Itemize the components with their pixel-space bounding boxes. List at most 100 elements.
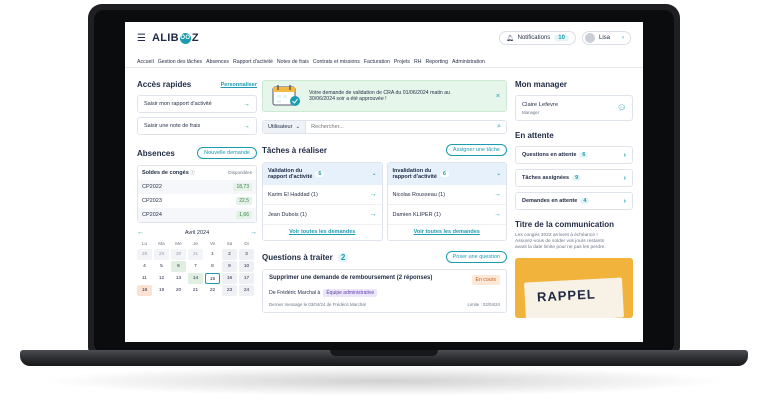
quick-item-expense-note[interactable]: Saisir une note de frais → <box>137 117 257 135</box>
manager-card[interactable]: Claire Lefevre Manager 💬︎ <box>515 95 633 121</box>
nav-accueil[interactable]: Accueil <box>137 59 154 65</box>
calendar-weekday: Di <box>244 241 249 246</box>
customize-link[interactable]: Personnaliser <box>221 82 257 88</box>
calendar-weekday: Ve <box>209 241 216 246</box>
user-menu[interactable]: Lisa › <box>581 31 631 45</box>
pending-questions[interactable]: Questions en attente 6 › <box>515 146 633 164</box>
calendar-day[interactable]: 19 <box>154 285 169 296</box>
list-item[interactable]: Karim El Haddad (1) → <box>263 185 382 205</box>
info-icon[interactable]: ⓘ <box>190 170 195 175</box>
logo-mark: OO <box>179 32 191 44</box>
search-icon[interactable]: ⌕ <box>492 123 506 131</box>
assign-task-button[interactable]: Assigner une tâche <box>445 144 507 156</box>
table-row: CP2023 22,5 <box>138 194 256 208</box>
list-item[interactable]: Jean Dubois (1) → <box>263 205 382 225</box>
notifications-button[interactable]: 🔔︎ Notifications 10 <box>498 31 576 45</box>
app-logo[interactable]: ALIB OO Z <box>152 32 199 44</box>
calendar-weekday: Lu <box>141 241 148 246</box>
calendar-day[interactable]: 1 <box>205 249 220 260</box>
calendar-day[interactable]: 28 <box>137 249 152 260</box>
question-from: De Frédéric Marchal à Équipe administrat… <box>269 289 500 297</box>
calendar-day[interactable]: 5 <box>154 261 169 272</box>
chevron-down-icon: ⌄ <box>371 170 377 177</box>
nav-absences[interactable]: Absences <box>206 59 229 65</box>
search-input[interactable] <box>306 124 493 130</box>
calendar-day[interactable]: 24 <box>239 285 254 296</box>
user-name: Lisa <box>598 35 610 41</box>
see-all-requests-link[interactable]: Voir toutes les demandes <box>289 229 355 235</box>
nav-rapport-activite[interactable]: Rapport d'activité <box>233 59 273 65</box>
calendar-day[interactable]: 23 <box>222 285 237 296</box>
quick-access-title: Accès rapides <box>137 80 192 89</box>
left-column: Accès rapides Personnaliser Saisir mon r… <box>137 80 257 296</box>
calendar-weekday: Me <box>175 241 182 246</box>
leave-balance-table: Soldes de congés ⓘ Disponibles CP2022 18… <box>137 165 257 223</box>
calendar-day[interactable]: 29 <box>154 249 169 260</box>
bell-icon: 🔔︎ <box>505 35 514 42</box>
nav-contrats-missions[interactable]: Contrats et missions <box>313 59 360 65</box>
nav-administration[interactable]: Administration <box>452 59 485 65</box>
arrow-right-icon: → <box>494 191 501 198</box>
nav-notes-frais[interactable]: Notes de frais <box>277 59 309 65</box>
calendar-day[interactable]: 12 <box>154 273 169 284</box>
calendar-day[interactable]: 10 <box>239 261 254 272</box>
calendar-month: Avril 2024 <box>184 229 210 236</box>
nav-facturation[interactable]: Facturation <box>364 59 390 65</box>
communication-title: Titre de la communication <box>515 220 614 229</box>
pending-assigned-tasks[interactable]: Tâches assignées 9 › <box>515 169 633 187</box>
next-month-arrow-icon[interactable]: → <box>250 229 257 236</box>
calendar-day[interactable]: 13 <box>171 273 186 284</box>
task-column-header[interactable]: Validation du rapport d'activité 6 ⌄ <box>263 163 382 185</box>
calendar-day[interactable]: 22 <box>205 285 220 296</box>
calendar-day[interactable]: 4 <box>137 261 152 272</box>
calendar-day[interactable]: 8 <box>205 261 220 272</box>
pending-requests[interactable]: Demandes en attente 4 › <box>515 192 633 210</box>
calendar-day[interactable]: 14 <box>188 273 203 284</box>
communication-banner[interactable]: RAPPEL <box>515 257 633 318</box>
calendar-day[interactable]: 6 <box>171 261 186 272</box>
calendar-day[interactable]: 15 <box>205 273 220 284</box>
calendar-day[interactable]: 18 <box>137 285 152 296</box>
calendar-day[interactable]: 9 <box>222 261 237 272</box>
arrow-right-icon: → <box>369 211 377 218</box>
quick-item-activity-report[interactable]: Saisir mon rapport d'activité → <box>137 95 257 113</box>
chevron-right-icon: › <box>623 197 626 205</box>
new-request-button[interactable]: Nouvelle demande <box>197 147 257 159</box>
questions-title: Questions à traiter 2 <box>262 252 349 262</box>
calendar-day[interactable]: 21 <box>188 285 203 296</box>
calendar-day[interactable]: 30 <box>171 249 186 260</box>
task-column-header[interactable]: Invalidation du rapport d'activité 6 ⌄ <box>387 163 506 185</box>
arrow-right-icon: → <box>243 122 250 130</box>
chevron-right-icon: › <box>623 174 626 182</box>
nav-rh[interactable]: RH <box>414 59 422 65</box>
banner-text: RAPPEL <box>536 286 597 305</box>
nav-reporting[interactable]: Reporting <box>426 59 449 65</box>
calendar-day[interactable]: 2 <box>222 249 237 260</box>
list-item[interactable]: Damien KLIPER (1) → <box>387 205 506 225</box>
calendar-day[interactable]: 17 <box>239 273 254 284</box>
calendar-day[interactable]: 16 <box>222 273 237 284</box>
prev-month-arrow-icon[interactable]: ← <box>137 229 144 236</box>
question-card[interactable]: Supprimer une demande de remboursement (… <box>262 269 507 313</box>
calendar-day[interactable]: 31 <box>188 249 203 260</box>
close-icon[interactable]: × <box>496 93 500 100</box>
user-filter-select[interactable]: Utilisateur ⌄ <box>263 121 307 133</box>
calendar-day[interactable]: 7 <box>188 261 203 272</box>
calendar-day[interactable]: 11 <box>137 273 152 284</box>
manager-role: Manager <box>522 109 540 115</box>
team-badge: Équipe administrative <box>323 289 378 297</box>
nav-projets[interactable]: Projets <box>394 59 410 65</box>
see-all-requests-link[interactable]: Voir toutes les demandes <box>414 229 480 235</box>
questions-count: 2 <box>337 252 349 262</box>
list-item[interactable]: Nicolas Rousseau (1) → <box>387 185 506 205</box>
chat-icon[interactable]: 💬︎ <box>617 104 626 112</box>
menu-icon[interactable]: ☰ <box>137 33 146 44</box>
chevron-right-icon: › <box>622 35 624 41</box>
ask-question-button[interactable]: Poser une question <box>445 251 507 263</box>
arrow-right-icon: → <box>369 191 377 198</box>
manager-name: Claire Lefevre <box>522 101 559 108</box>
nav-gestion-taches[interactable]: Gestion des tâches <box>158 59 202 65</box>
calendar-day[interactable]: 3 <box>239 249 254 260</box>
calendar-day[interactable]: 20 <box>171 285 186 296</box>
question-title: Supprimer une demande de remboursement (… <box>269 275 433 281</box>
